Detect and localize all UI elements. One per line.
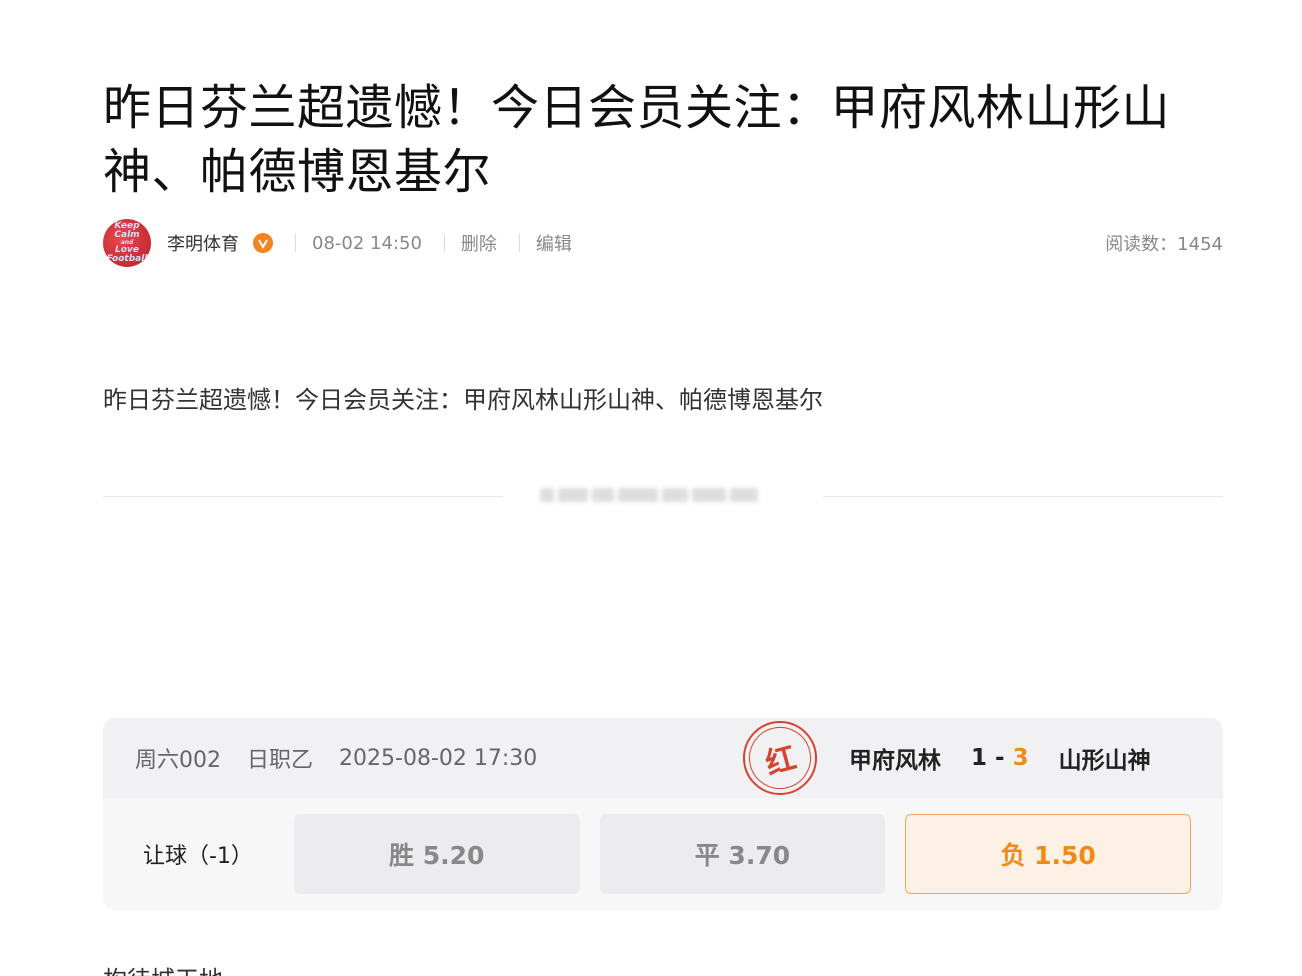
handicap-label: 让球（-1） (143, 844, 253, 869)
away-team: 山形山神 (1058, 748, 1151, 774)
odds-lose-button[interactable]: 负 1.50 (905, 814, 1191, 894)
match-datetime: 2025-08-02 17:30 (339, 745, 538, 771)
next-paragraph: 构待城天地 (103, 962, 243, 976)
odds-draw-button[interactable]: 平 3.70 (599, 814, 886, 894)
blurred-image-placeholder (540, 484, 768, 506)
match-teams: 甲府风林 1 - 3 山形山神 (849, 718, 1151, 798)
away-score: 3 (1012, 745, 1029, 771)
result-stamp-text: 红 (742, 720, 818, 796)
result-stamp: 红 (742, 720, 818, 796)
article-title: 昨日芬兰超遗憾！今日会员关注：甲府风林山形山神、帕德博恩基尔 (103, 80, 1171, 200)
odds-row: 让球（-1） 胜 5.20 平 3.70 负 1.50 (103, 798, 1223, 910)
avatar[interactable]: Keep Calm and Love Football (103, 219, 151, 267)
article-meta: Keep Calm and Love Football 李明体育 08-02 1… (103, 219, 1223, 267)
score-separator: - (995, 745, 1005, 771)
divider-left (103, 496, 503, 497)
divider (443, 234, 445, 252)
read-count: 阅读数：1454 (1105, 234, 1223, 255)
match-card[interactable]: 周六002 日职乙 2025-08-02 17:30 红 甲府风林 1 - 3 … (103, 718, 1223, 910)
divider-right (823, 496, 1223, 497)
league-name: 日职乙 (247, 748, 314, 773)
match-score: 1 - 3 (971, 745, 1029, 771)
article-summary: 昨日芬兰超遗憾！今日会员关注：甲府风林山形山神、帕德博恩基尔 (103, 386, 823, 414)
divider (295, 234, 296, 252)
author-name[interactable]: 李明体育 (167, 230, 239, 256)
edit-button[interactable]: 编辑 (536, 230, 572, 256)
avatar-text-5: Football (106, 254, 148, 264)
divider (518, 234, 520, 252)
delete-button[interactable]: 删除 (461, 230, 497, 256)
verified-icon (253, 233, 273, 253)
match-code: 周六002 (135, 748, 221, 773)
home-score: 1 (971, 745, 988, 771)
match-header: 周六002 日职乙 2025-08-02 17:30 红 甲府风林 1 - 3 … (103, 718, 1223, 798)
home-team: 甲府风林 (849, 748, 941, 774)
publish-time: 08-02 14:50 (312, 232, 422, 254)
odds-win-button[interactable]: 胜 5.20 (293, 814, 580, 894)
